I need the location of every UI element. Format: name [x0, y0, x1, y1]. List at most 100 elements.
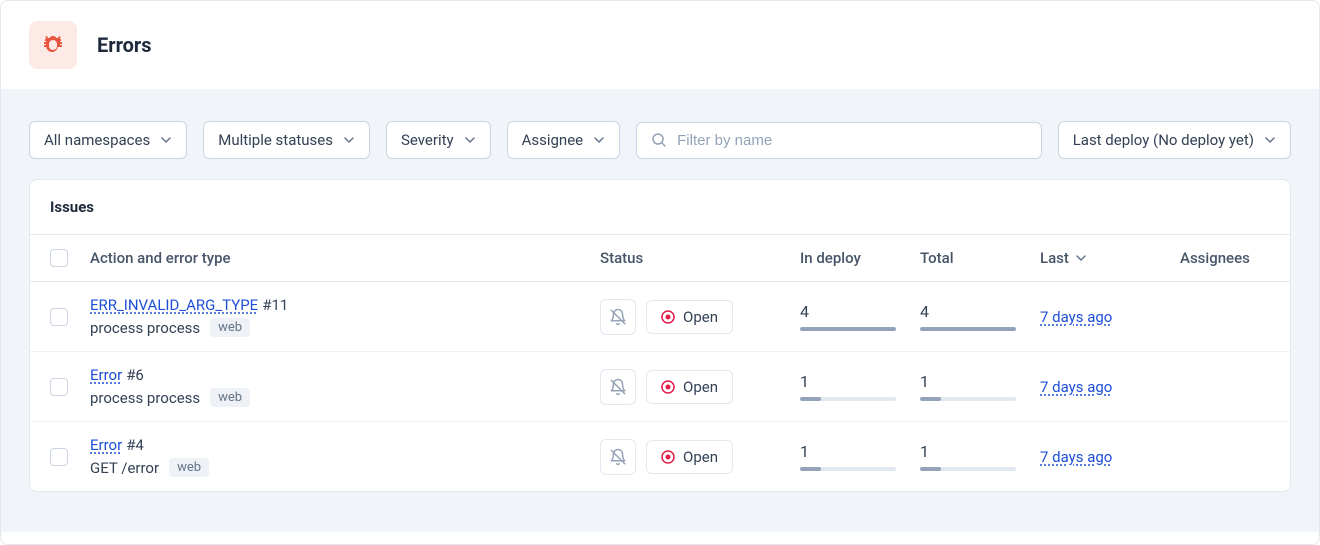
filter-namespace-label: All namespaces: [44, 131, 150, 149]
bug-icon: [41, 33, 65, 57]
bar-fill: [920, 327, 1016, 331]
filter-deploy-label: Last deploy (No deploy yet): [1073, 131, 1254, 149]
notification-off-icon: [609, 308, 627, 326]
table-row: ERR_INVALID_ARG_TYPE #11 process process…: [30, 282, 1290, 352]
in-deploy-value: 1: [800, 372, 920, 391]
in-deploy-cell: 4: [800, 302, 920, 331]
filter-severity-label: Severity: [401, 131, 454, 149]
bar-fill: [800, 397, 821, 401]
chevron-down-icon: [593, 134, 605, 146]
chevron-down-icon: [464, 134, 476, 146]
page-title: Errors: [97, 33, 151, 57]
total-cell: 1: [920, 442, 1040, 471]
bar-track: [920, 327, 1016, 331]
last-time-link[interactable]: 7 days ago: [1040, 378, 1112, 396]
filter-search-input[interactable]: [677, 132, 1027, 149]
issue-number: #4: [126, 436, 144, 454]
page-container: Errors All namespaces Multiple statuses …: [0, 0, 1320, 545]
chevron-down-icon: [1264, 134, 1276, 146]
main-area: All namespaces Multiple statuses Severit…: [1, 89, 1319, 532]
record-icon: [661, 380, 675, 394]
action-tag: web: [210, 318, 250, 337]
notification-toggle-button[interactable]: [600, 299, 636, 335]
issues-panel: Issues Action and error type Status In d…: [29, 179, 1291, 492]
col-in-deploy: In deploy: [800, 249, 920, 267]
in-deploy-cell: 1: [800, 372, 920, 401]
action-cell: Error #4 GET /error web: [90, 436, 600, 477]
last-time-link[interactable]: 7 days ago: [1040, 448, 1112, 466]
col-assignees: Assignees: [1180, 249, 1278, 267]
issue-number: #11: [262, 296, 288, 314]
total-cell: 1: [920, 372, 1040, 401]
notification-off-icon: [609, 448, 627, 466]
issue-number: #6: [126, 366, 144, 384]
filter-deploy[interactable]: Last deploy (No deploy yet): [1058, 121, 1291, 159]
status-cell: Open: [600, 369, 800, 405]
bar-track: [800, 327, 896, 331]
bug-icon-tile: [29, 21, 77, 69]
record-icon: [661, 310, 675, 324]
action-subtitle: process process: [90, 319, 200, 337]
filter-assignee[interactable]: Assignee: [507, 121, 621, 159]
in-deploy-cell: 1: [800, 442, 920, 471]
filter-severity[interactable]: Severity: [386, 121, 491, 159]
col-last-label: Last: [1040, 249, 1069, 267]
notification-toggle-button[interactable]: [600, 369, 636, 405]
status-open[interactable]: Open: [646, 300, 733, 334]
status-open-label: Open: [683, 308, 718, 326]
bar-fill: [800, 467, 821, 471]
page-header: Errors: [1, 1, 1319, 89]
table-header-row-wrap: Action and error type Status In deploy T…: [30, 235, 1290, 282]
notification-toggle-button[interactable]: [600, 439, 636, 475]
action-tag: web: [210, 388, 250, 407]
action-subtitle: GET /error: [90, 459, 159, 477]
bar-track: [800, 467, 896, 471]
table-row: Error #6 process process web Open 1 1: [30, 352, 1290, 422]
col-total: Total: [920, 249, 1040, 267]
total-cell: 4: [920, 302, 1040, 331]
table-header-row: Action and error type Status In deploy T…: [30, 235, 1290, 282]
chevron-down-icon: [1075, 252, 1087, 264]
bar-fill: [920, 467, 941, 471]
last-time-link[interactable]: 7 days ago: [1040, 308, 1112, 326]
action-cell: Error #6 process process web: [90, 366, 600, 407]
total-value: 1: [920, 442, 1040, 461]
status-open-label: Open: [683, 378, 718, 396]
status-open-label: Open: [683, 448, 718, 466]
error-link[interactable]: ERR_INVALID_ARG_TYPE: [90, 296, 258, 314]
row-checkbox[interactable]: [50, 448, 68, 466]
in-deploy-value: 4: [800, 302, 920, 321]
in-deploy-value: 1: [800, 442, 920, 461]
chevron-down-icon: [343, 134, 355, 146]
filter-namespace[interactable]: All namespaces: [29, 121, 187, 159]
status-cell: Open: [600, 439, 800, 475]
row-checkbox[interactable]: [50, 308, 68, 326]
filter-statuses[interactable]: Multiple statuses: [203, 121, 370, 159]
col-action: Action and error type: [90, 249, 600, 267]
filter-statuses-label: Multiple statuses: [218, 131, 333, 149]
bar-fill: [920, 397, 941, 401]
action-subtitle: process process: [90, 389, 200, 407]
action-cell: ERR_INVALID_ARG_TYPE #11 process process…: [90, 296, 600, 337]
status-open[interactable]: Open: [646, 440, 733, 474]
col-status: Status: [600, 249, 800, 267]
error-link[interactable]: Error: [90, 436, 122, 454]
col-last[interactable]: Last: [1040, 249, 1180, 267]
filter-search-wrap: [636, 122, 1042, 159]
select-all-checkbox[interactable]: [50, 249, 68, 267]
filter-assignee-label: Assignee: [522, 131, 584, 149]
table-row: Error #4 GET /error web Open 1 1: [30, 422, 1290, 491]
status-open[interactable]: Open: [646, 370, 733, 404]
search-icon: [651, 132, 667, 148]
chevron-down-icon: [160, 134, 172, 146]
row-checkbox[interactable]: [50, 378, 68, 396]
issues-title: Issues: [30, 180, 1290, 235]
error-link[interactable]: Error: [90, 366, 122, 384]
action-tag: web: [169, 458, 209, 477]
filter-bar: All namespaces Multiple statuses Severit…: [29, 121, 1291, 159]
bar-track: [920, 467, 1016, 471]
total-value: 4: [920, 302, 1040, 321]
notification-off-icon: [609, 378, 627, 396]
status-cell: Open: [600, 299, 800, 335]
bar-fill: [800, 327, 896, 331]
